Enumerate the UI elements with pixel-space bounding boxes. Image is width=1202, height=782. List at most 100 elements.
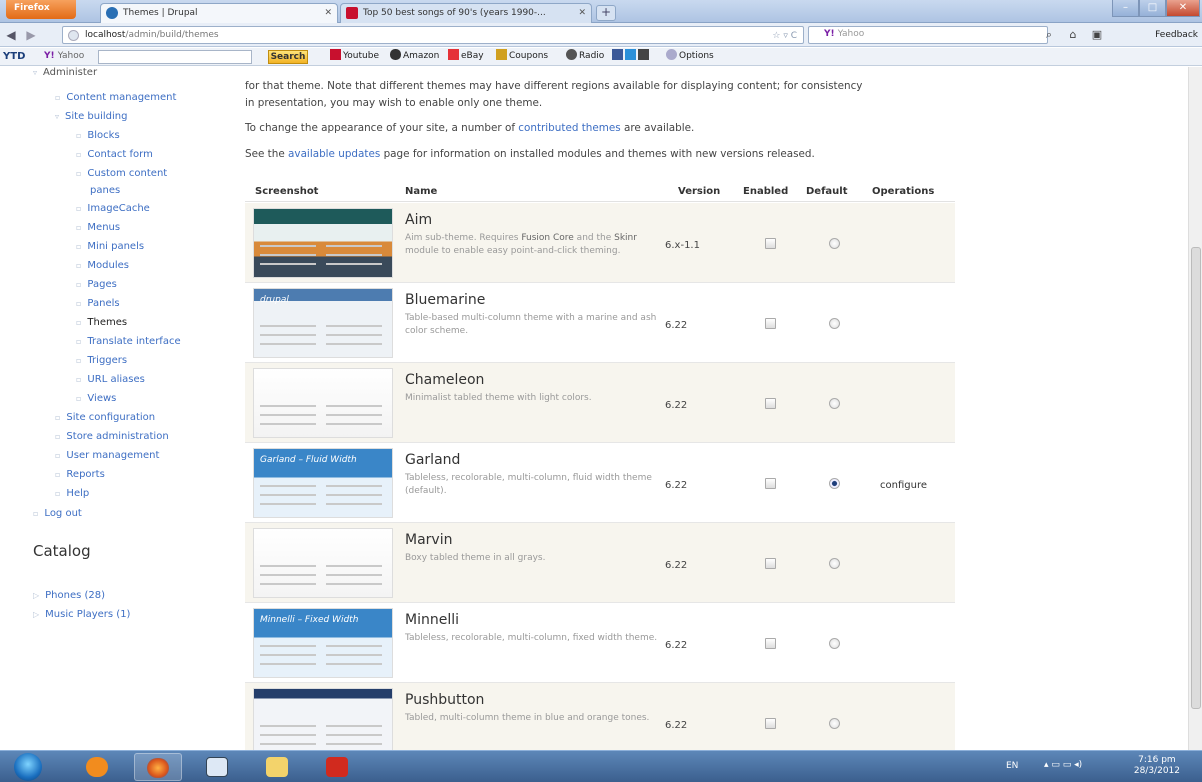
toolbar-item-ebay[interactable]: eBay <box>448 48 484 65</box>
default-radio[interactable] <box>829 558 840 569</box>
required-module-link[interactable]: Fusion Core <box>521 233 573 243</box>
default-radio[interactable] <box>829 638 840 649</box>
yahoo-toolbar-logo[interactable]: Y! Yahoo <box>44 48 84 65</box>
catalog-title: Catalog <box>33 542 91 560</box>
sidebar-item-panels[interactable]: ▫ Panels <box>76 298 120 309</box>
sidebar-item-translate-interface[interactable]: ▫ Translate interface <box>76 336 181 347</box>
description-text: Aim sub-theme. Requires <box>405 233 522 243</box>
sidebar-item-label: Content management <box>66 92 177 103</box>
site-identity-icon[interactable] <box>68 30 79 41</box>
sidebar-item-views[interactable]: ▫ Views <box>76 393 116 404</box>
sidebar-item-user-management[interactable]: ▫ User management <box>55 450 159 461</box>
sidebar-item-modules[interactable]: ▫ Modules <box>76 260 129 271</box>
tab-themes-drupal[interactable]: Themes | Drupal ✕ <box>100 3 338 23</box>
sidebar-item-help[interactable]: ▫ Help <box>55 488 89 499</box>
sidebar-item-themes[interactable]: ▫ Themes <box>76 317 127 328</box>
contributed-themes-paragraph: To change the appearance of your site, a… <box>245 120 960 137</box>
language-indicator[interactable]: EN <box>1006 761 1018 771</box>
sidebar-item-triggers[interactable]: ▫ Triggers <box>76 355 127 366</box>
taskbar-firefox[interactable] <box>134 753 182 781</box>
enabled-checkbox[interactable] <box>765 398 776 409</box>
sidebar-item-pages[interactable]: ▫ Pages <box>76 279 117 290</box>
tray-icons[interactable]: ▴ ▭ ▭ ◂) <box>1044 760 1082 770</box>
catalog-item-phones[interactable]: ▷ Phones (28) <box>33 590 105 601</box>
sidebar-item-log-out[interactable]: ▫ Log out <box>33 508 82 519</box>
close-tab-icon[interactable]: ✕ <box>324 4 332 22</box>
bullet-icon: ▫ <box>76 375 82 384</box>
toolbar-search-button[interactable]: Search <box>268 50 308 64</box>
sidebar-item-custom-content[interactable]: ▫ Custom content <box>76 168 167 179</box>
default-radio[interactable] <box>829 318 840 329</box>
start-button[interactable] <box>14 753 42 781</box>
address-bar[interactable]: localhost/admin/build/themes ☆ ▿ C <box>62 26 804 44</box>
description-text: Table-based multi-column theme with a ma… <box>405 313 657 336</box>
enabled-checkbox[interactable] <box>765 558 776 569</box>
search-magnifier-icon[interactable]: ⌕ <box>1040 27 1058 43</box>
description-text: Tabled, multi-column theme in blue and o… <box>405 713 650 723</box>
sidebar-item-mini-panels[interactable]: ▫ Mini panels <box>76 241 144 252</box>
toolbar-item-options[interactable]: Options <box>666 48 714 65</box>
catalog-item-music-players[interactable]: ▷ Music Players (1) <box>33 609 130 620</box>
admin-link-administer[interactable]: ▿ Administer <box>33 67 97 78</box>
tab-top-50-songs[interactable]: Top 50 best songs of 90's (years 1990-..… <box>340 3 592 23</box>
minimize-button[interactable]: – <box>1112 0 1139 17</box>
enabled-checkbox[interactable] <box>765 478 776 489</box>
toolbar-item-amazon[interactable]: Amazon <box>390 48 439 65</box>
contributed-themes-link[interactable]: contributed themes <box>518 122 620 134</box>
sidebar-item-contact-form[interactable]: ▫ Contact form <box>76 149 153 160</box>
sidebar-item-store-administration[interactable]: ▫ Store administration <box>55 431 169 442</box>
default-radio[interactable] <box>829 238 840 249</box>
default-radio[interactable] <box>829 718 840 729</box>
scrollbar-thumb[interactable] <box>1191 247 1201 709</box>
reload-icon[interactable]: ☆ ▿ C <box>772 28 797 44</box>
forward-arrow-icon[interactable]: ▶ <box>22 27 40 43</box>
feedback-button[interactable]: Feedback <box>1155 27 1198 43</box>
configure-link[interactable]: configure <box>880 480 927 491</box>
ytd-logo[interactable]: YTD <box>3 48 25 65</box>
default-radio[interactable] <box>829 478 840 489</box>
sidebar-item-site-building[interactable]: ▿ Site building <box>55 111 127 122</box>
thumbnail-text-line <box>326 565 382 567</box>
thumbnail-text-line <box>260 494 316 496</box>
taskbar-media-player[interactable] <box>74 753 122 781</box>
firefox-menu-button[interactable]: Firefox <box>6 0 76 19</box>
column-screenshot: Screenshot <box>255 186 319 197</box>
taskbar-acrobat[interactable] <box>314 753 362 781</box>
enabled-checkbox[interactable] <box>765 718 776 729</box>
clock[interactable]: 7:16 pm 28/3/2012 <box>1134 755 1180 777</box>
enabled-checkbox[interactable] <box>765 638 776 649</box>
toolbar-search-input[interactable] <box>98 50 252 64</box>
sidebar-item-url-aliases[interactable]: ▫ URL aliases <box>76 374 145 385</box>
toolbar-item-youtube[interactable]: Youtube <box>330 48 379 65</box>
description-text: Minimalist tabled theme with light color… <box>405 393 592 403</box>
sidebar-item-imagecache[interactable]: ▫ ImageCache <box>76 203 150 214</box>
enabled-checkbox[interactable] <box>765 318 776 329</box>
sidebar-item-blocks[interactable]: ▫ Blocks <box>76 130 120 141</box>
back-arrow-icon[interactable]: ◀ <box>2 27 20 43</box>
sidebar-item-site-configuration[interactable]: ▫ Site configuration <box>55 412 155 423</box>
enabled-checkbox[interactable] <box>765 238 776 249</box>
new-tab-button[interactable]: + <box>596 5 616 21</box>
theme-version: 6.x-1.1 <box>665 240 700 251</box>
toolbar-item-coupons[interactable]: Coupons <box>496 48 548 65</box>
column-version: Version <box>678 186 721 197</box>
bookmarks-icon[interactable]: ▣ <box>1088 27 1106 43</box>
available-updates-link[interactable]: available updates <box>288 148 380 160</box>
close-tab-icon[interactable]: ✕ <box>578 4 586 22</box>
close-window-button[interactable]: ✕ <box>1166 0 1200 17</box>
maximize-button[interactable]: □ <box>1139 0 1166 17</box>
sidebar-item-custom-content-panes[interactable]: panes <box>90 185 120 196</box>
toolbar-item-social[interactable] <box>612 48 651 65</box>
taskbar-word[interactable] <box>194 753 242 781</box>
sidebar-item-label: Translate interface <box>87 336 181 347</box>
toolbar-item-radio[interactable]: Radio <box>566 48 604 65</box>
sidebar-item-content-management[interactable]: ▫ Content management <box>55 92 176 103</box>
required-module-link[interactable]: Skinr <box>614 233 637 243</box>
home-icon[interactable]: ⌂ <box>1064 27 1082 43</box>
taskbar-explorer[interactable] <box>254 753 302 781</box>
theme-screenshot: Minnelli – Fixed Width <box>253 608 393 678</box>
page-scrollbar[interactable] <box>1188 67 1202 750</box>
default-radio[interactable] <box>829 398 840 409</box>
sidebar-item-reports[interactable]: ▫ Reports <box>55 469 105 480</box>
sidebar-item-menus[interactable]: ▫ Menus <box>76 222 120 233</box>
